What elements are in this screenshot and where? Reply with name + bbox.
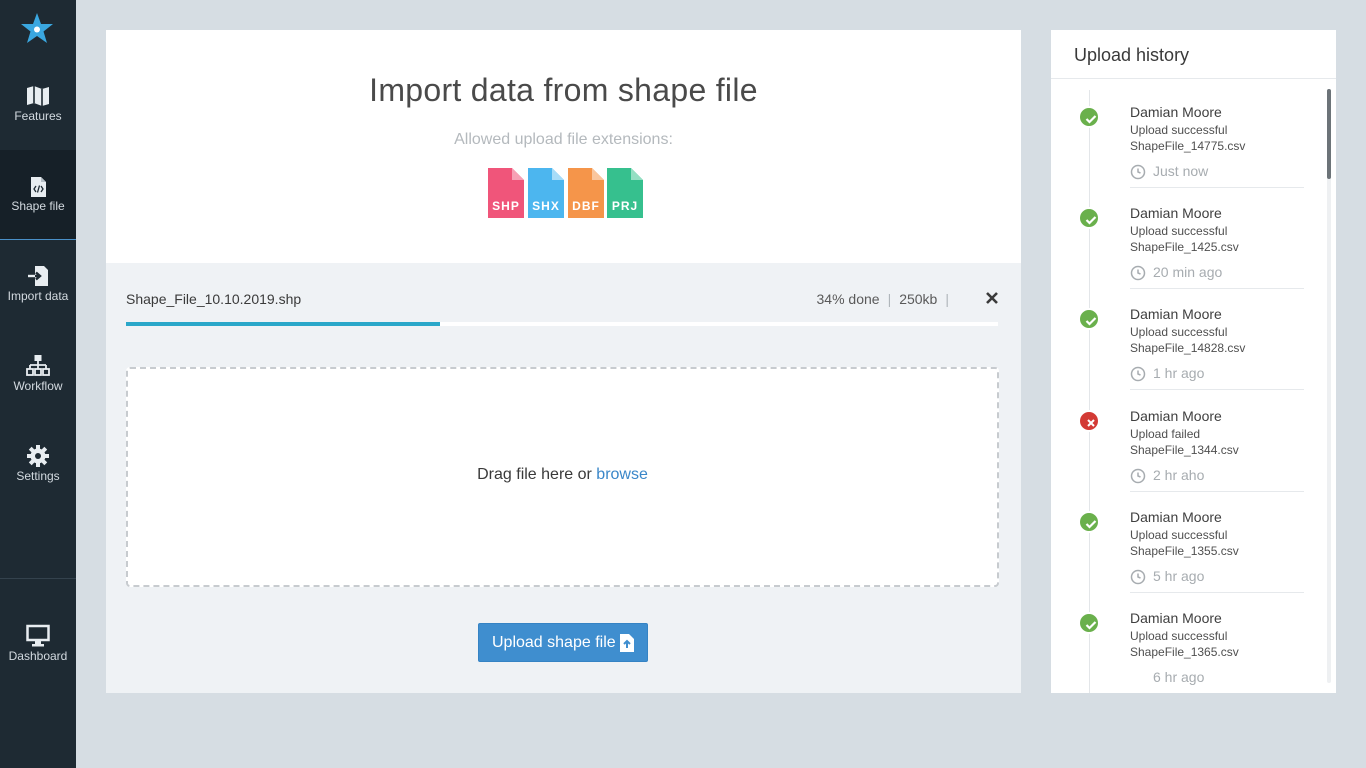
- progress-text: 34% done: [816, 291, 880, 307]
- extension-list: SHP SHX DBF PRJ: [488, 168, 648, 218]
- sidebar-item-settings[interactable]: Settings: [0, 444, 76, 534]
- scrollbar-thumb[interactable]: [1327, 89, 1331, 179]
- shx-file-icon: SHX: [528, 168, 564, 218]
- sidebar-item-label: Shape file: [11, 199, 65, 213]
- allowed-extensions-label: Allowed upload file extensions:: [454, 131, 673, 148]
- history-file: ShapeFile_1425.csv: [1130, 240, 1239, 254]
- file-code-icon: [31, 177, 46, 197]
- success-check-icon: [1078, 308, 1100, 330]
- upload-progress-fill: [126, 322, 440, 326]
- history-time: 2 hr aho: [1153, 467, 1205, 483]
- history-separator: [1130, 491, 1304, 492]
- import-panel: Import data from shape file Allowed uplo…: [106, 30, 1021, 693]
- map-icon: [27, 86, 49, 106]
- upload-history-panel: Upload history Damian Moore Upload succe…: [1051, 30, 1336, 693]
- history-item[interactable]: Damian Moore Upload successful ShapeFile…: [1051, 90, 1321, 190]
- sitemap-icon: [26, 355, 50, 376]
- file-size: 250kb: [899, 291, 938, 307]
- shp-file-icon: SHP: [488, 168, 524, 218]
- meta-separator: |: [945, 291, 949, 307]
- success-check-icon: [1078, 106, 1100, 128]
- history-file: ShapeFile_14775.csv: [1130, 139, 1246, 153]
- history-separator: [1130, 389, 1304, 390]
- gear-icon: [27, 445, 49, 467]
- history-divider: [1051, 78, 1336, 79]
- history-status: Upload successful: [1130, 123, 1228, 137]
- history-file: ShapeFile_1365.csv: [1130, 645, 1239, 659]
- success-check-icon: [1078, 612, 1100, 634]
- page-title: Import data from shape file: [369, 72, 758, 108]
- upload-area: Shape_File_10.10.2019.shp 34% done | 250kb…: [106, 263, 1021, 693]
- history-status: Upload successful: [1130, 224, 1228, 238]
- sidebar-item-dashboard[interactable]: Dashboard: [0, 624, 76, 714]
- history-user: Damian Moore: [1130, 306, 1222, 322]
- sidebar: Features Shape file Import data Workflow: [0, 0, 76, 768]
- history-scrollbar[interactable]: [1327, 89, 1331, 683]
- history-status: Upload successful: [1130, 325, 1228, 339]
- history-item[interactable]: Damian Moore Upload successful ShapeFile…: [1051, 495, 1321, 595]
- upload-shape-file-button[interactable]: Upload shape file: [478, 623, 648, 662]
- failed-x-icon: [1078, 410, 1100, 432]
- browse-link[interactable]: browse: [596, 466, 648, 483]
- meta-separator: |: [887, 291, 892, 307]
- file-upload-icon: [620, 634, 634, 652]
- history-status: Upload successful: [1130, 629, 1228, 643]
- file-dropzone[interactable]: Drag file here or browse: [126, 367, 999, 587]
- history-time: 5 hr ago: [1153, 568, 1205, 584]
- upload-meta: 34% done | 250kb |: [817, 291, 958, 307]
- sidebar-item-label: Features: [14, 109, 62, 123]
- close-icon[interactable]: [985, 290, 999, 306]
- dropzone-text: Drag file here or browse: [477, 466, 648, 483]
- sidebar-item-workflow[interactable]: Workflow: [0, 354, 76, 444]
- prj-file-icon: PRJ: [607, 168, 643, 218]
- sidebar-item-shape-file[interactable]: Shape file: [0, 150, 76, 240]
- star-logo-icon[interactable]: [20, 12, 54, 46]
- history-user: Damian Moore: [1130, 509, 1222, 525]
- history-status: Upload failed: [1130, 427, 1201, 441]
- history-file: ShapeFile_14828.csv: [1130, 341, 1246, 355]
- history-user: Damian Moore: [1130, 408, 1222, 424]
- history-time: 6 hr ago: [1153, 669, 1205, 685]
- clock-icon: [1130, 366, 1146, 382]
- history-file: ShapeFile_1344.csv: [1130, 443, 1239, 457]
- monitor-icon: [26, 624, 50, 647]
- sidebar-item-label: Settings: [16, 469, 60, 483]
- history-separator: [1130, 187, 1304, 188]
- success-check-icon: [1078, 511, 1100, 533]
- sidebar-item-label: Import data: [7, 289, 69, 303]
- clock-icon: [1130, 164, 1146, 180]
- history-separator: [1130, 288, 1304, 289]
- sidebar-item-label: Workflow: [13, 379, 63, 393]
- clock-icon: [1130, 265, 1146, 281]
- history-separator: [1130, 592, 1304, 593]
- history-user: Damian Moore: [1130, 610, 1222, 626]
- upload-progress-bar: [126, 322, 998, 326]
- dbf-file-icon: DBF: [568, 168, 604, 218]
- history-item[interactable]: Damian Moore Upload successful ShapeFile…: [1051, 191, 1321, 291]
- history-user: Damian Moore: [1130, 205, 1222, 221]
- history-status: Upload successful: [1130, 528, 1228, 542]
- history-time: 1 hr ago: [1153, 365, 1205, 381]
- import-icon: [28, 266, 48, 286]
- history-user: Damian Moore: [1130, 104, 1222, 120]
- uploading-file-name: Shape_File_10.10.2019.shp: [126, 291, 302, 307]
- success-check-icon: [1078, 207, 1100, 229]
- sidebar-divider: [0, 578, 76, 579]
- sidebar-item-import-data[interactable]: Import data: [0, 264, 76, 354]
- clock-icon: [1130, 569, 1146, 585]
- history-time: 20 min ago: [1153, 264, 1223, 280]
- clock-icon: [1130, 468, 1146, 484]
- history-title: Upload history: [1074, 45, 1190, 65]
- history-item[interactable]: Damian Moore Upload failed ShapeFile_134…: [1051, 394, 1321, 494]
- sidebar-item-label: Dashboard: [8, 649, 68, 663]
- history-item[interactable]: Damian Moore Upload successful ShapeFile…: [1051, 292, 1321, 392]
- history-item[interactable]: Damian Moore Upload successful ShapeFile…: [1051, 596, 1321, 693]
- history-time: Just now: [1153, 163, 1209, 179]
- history-file: ShapeFile_1355.csv: [1130, 544, 1239, 558]
